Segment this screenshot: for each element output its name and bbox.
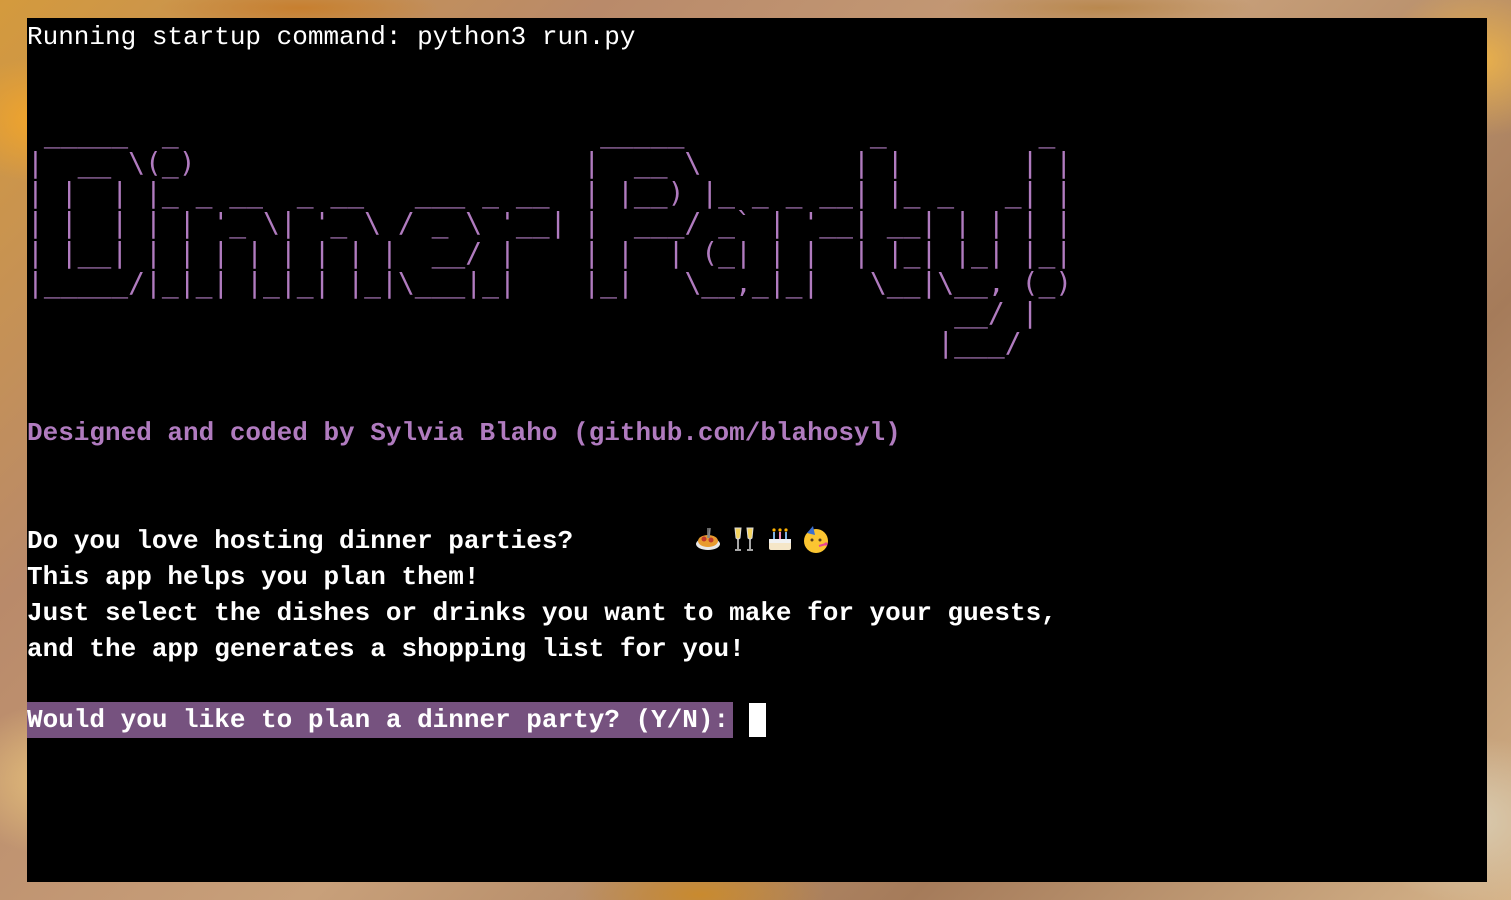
intro-line-question: Do you love hosting dinner parties? xyxy=(27,526,574,556)
spaghetti-icon xyxy=(696,527,720,550)
intro-emojis xyxy=(693,523,831,555)
dinner-party-ascii-banner: _____ _ _____ _ _ | __ \(_) | __ \ | | |… xyxy=(27,116,1073,359)
birthday-cake-icon xyxy=(769,528,791,550)
intro-line-result: and the app generates a shopping list fo… xyxy=(27,634,745,664)
intro-line-purpose: This app helps you plan them! xyxy=(27,562,480,592)
plan-party-prompt: Would you like to plan a dinner party? (… xyxy=(27,702,734,738)
text-cursor[interactable] xyxy=(749,703,767,737)
startup-command-line: Running startup command: python3 run.py xyxy=(27,22,636,52)
terminal-window[interactable]: Running startup command: python3 run.py … xyxy=(27,18,1487,882)
partying-face-icon xyxy=(804,526,828,553)
credits-line: Designed and coded by Sylvia Blaho (gith… xyxy=(27,418,901,448)
champagne-glasses-icon xyxy=(734,527,754,551)
input-prompt-row[interactable]: Would you like to plan a dinner party? (… xyxy=(27,702,767,738)
intro-line-instructions: Just select the dishes or drinks you wan… xyxy=(27,598,1057,628)
